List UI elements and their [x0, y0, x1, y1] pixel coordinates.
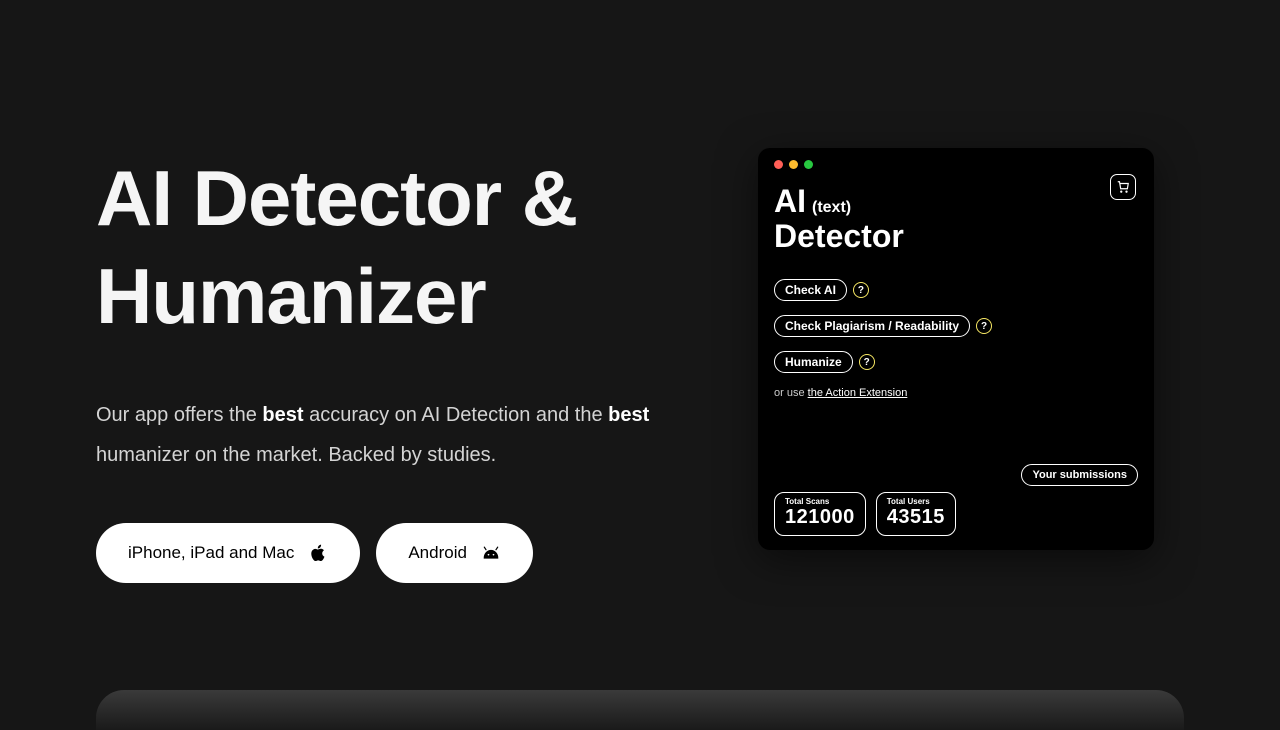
apple-download-button[interactable]: iPhone, iPad and Mac — [96, 523, 360, 583]
android-icon — [481, 543, 501, 563]
desc-text: humanizer on the market. Backed by studi… — [96, 444, 496, 466]
your-submissions-button[interactable]: Your submissions — [1021, 464, 1138, 486]
app-preview-window: AI (text) Detector Check AI ? Check Plag… — [758, 148, 1154, 550]
total-scans-label: Total Scans — [785, 497, 855, 506]
cta-row: iPhone, iPad and Mac Android — [96, 523, 696, 583]
total-scans-stat: Total Scans 121000 — [774, 492, 866, 536]
total-users-label: Total Users — [887, 497, 945, 506]
android-button-label: Android — [408, 543, 467, 563]
desc-bold: best — [608, 404, 649, 426]
app-title-ai: AI — [774, 183, 806, 220]
or-use-text: or use the Action Extension — [774, 387, 1138, 399]
action-extension-link[interactable]: the Action Extension — [808, 387, 908, 399]
total-scans-value: 121000 — [785, 506, 855, 529]
total-users-stat: Total Users 43515 — [876, 492, 956, 536]
desc-text: Our app offers the — [96, 404, 262, 426]
check-ai-button[interactable]: Check AI — [774, 279, 847, 301]
minimize-window-icon[interactable] — [789, 160, 798, 169]
total-users-value: 43515 — [887, 506, 945, 529]
bottom-section-card — [96, 690, 1184, 730]
apple-button-label: iPhone, iPad and Mac — [128, 543, 294, 563]
stats-row: Total Scans 121000 Total Users 43515 — [774, 492, 956, 536]
cart-icon — [1116, 180, 1130, 194]
desc-bold: best — [262, 404, 303, 426]
window-traffic-lights — [774, 160, 1138, 169]
hero-description: Our app offers the best accuracy on AI D… — [96, 395, 696, 475]
cart-button[interactable] — [1110, 174, 1136, 200]
help-icon[interactable]: ? — [853, 282, 869, 298]
maximize-window-icon[interactable] — [804, 160, 813, 169]
app-title-text-suffix: (text) — [812, 199, 851, 217]
humanize-button[interactable]: Humanize — [774, 351, 853, 373]
desc-text: accuracy on AI Detection and the — [304, 404, 609, 426]
help-icon[interactable]: ? — [859, 354, 875, 370]
app-title-detector: Detector — [774, 218, 1138, 255]
help-icon[interactable]: ? — [976, 318, 992, 334]
apple-icon — [308, 543, 328, 563]
hero-title: AI Detector & Humanizer — [96, 150, 696, 345]
check-plagiarism-button[interactable]: Check Plagiarism / Readability — [774, 315, 970, 337]
or-use-prefix: or use — [774, 387, 808, 399]
android-download-button[interactable]: Android — [376, 523, 533, 583]
close-window-icon[interactable] — [774, 160, 783, 169]
